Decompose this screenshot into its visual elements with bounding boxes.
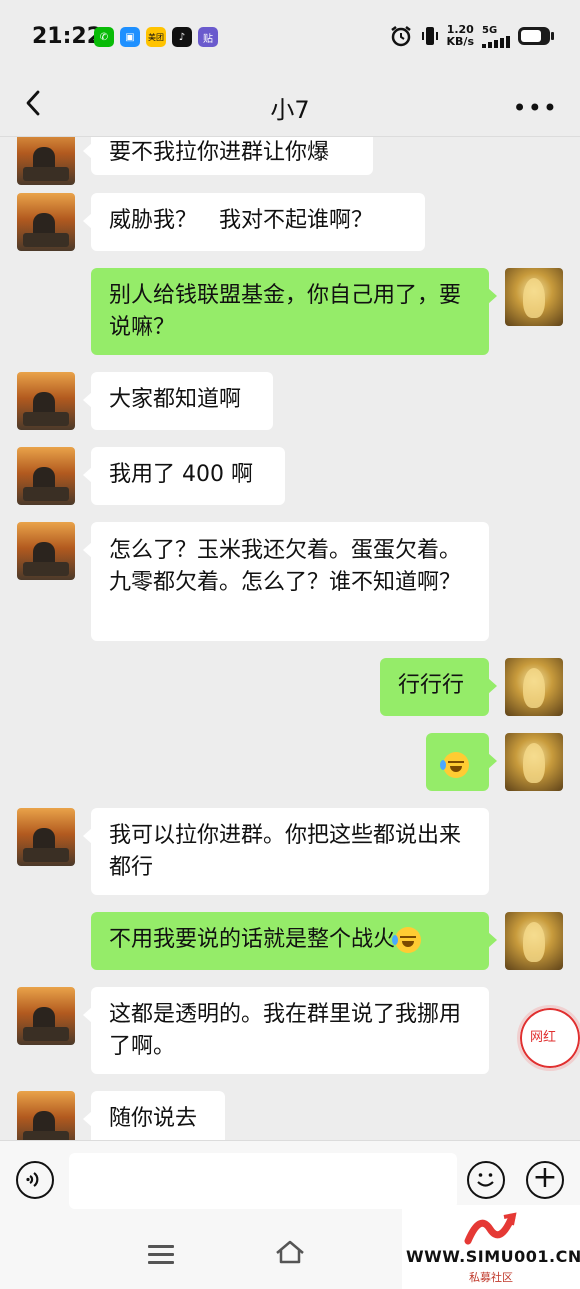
message-bubble[interactable]: 别人给钱联盟基金，你自己用了，要说嘛？: [91, 268, 497, 355]
signal-indicator: 5G: [482, 25, 510, 48]
contact-avatar[interactable]: [17, 987, 75, 1045]
message-bubble[interactable]: 怎么了？玉米我还欠着。蛋蛋欠着。九零都欠着。怎么了？谁不知道啊？: [83, 522, 489, 641]
smiley-face-icon: [477, 1173, 494, 1187]
home-icon[interactable]: [274, 1237, 306, 1267]
wechat-icon: ✆: [94, 27, 114, 47]
meituan-icon: 美团: [146, 27, 166, 47]
site-logo-icon: [464, 1212, 517, 1245]
notification-icons: ✆ ▣ 美团 ♪ 贴: [94, 27, 218, 47]
message-bubble[interactable]: 大家都知道啊: [83, 372, 273, 430]
chat-title: 小7: [270, 96, 310, 124]
tieba-icon: 贴: [198, 27, 218, 47]
plus-icon[interactable]: +: [526, 1161, 564, 1199]
network-speed-unit: KB/s: [446, 35, 474, 48]
my-avatar[interactable]: [505, 733, 563, 791]
network-speed: 1.20 KB/s: [447, 24, 474, 48]
battery-icon: [518, 27, 554, 45]
message-bubble[interactable]: 随你说去: [83, 1091, 225, 1140]
message-text: 不用我要说的话就是整个战火: [109, 927, 396, 952]
site-name: 私募社区: [469, 1271, 513, 1284]
app-icon-blue: ▣: [120, 27, 140, 47]
message-bubble[interactable]: 行行行: [380, 658, 497, 716]
contact-avatar[interactable]: [17, 137, 75, 185]
menu-icon[interactable]: [148, 1245, 174, 1265]
smiley-icon[interactable]: [467, 1161, 505, 1199]
my-avatar[interactable]: [505, 658, 563, 716]
more-horizontal-icon[interactable]: •••: [513, 94, 558, 122]
voice-icon[interactable]: [16, 1161, 54, 1199]
message-bubble[interactable]: 我可以拉你进群。你把这些都说出来都行: [83, 808, 489, 895]
contact-avatar[interactable]: [17, 1091, 75, 1140]
site-url: WWW.SIMU001.CN: [406, 1247, 580, 1266]
message-bubble[interactable]: [426, 733, 497, 791]
voice-waves-icon: [26, 1172, 39, 1187]
signal-icon: [482, 35, 510, 48]
contact-avatar[interactable]: [17, 372, 75, 430]
message-bubble[interactable]: 我用了 400 啊: [83, 447, 285, 505]
contact-avatar[interactable]: [17, 193, 75, 251]
message-bubble[interactable]: 要不我拉你进群让你爆: [83, 137, 373, 175]
contact-avatar[interactable]: [17, 447, 75, 505]
alarm-icon: [390, 26, 411, 47]
contact-avatar[interactable]: [17, 522, 75, 580]
contact-avatar[interactable]: [17, 808, 75, 866]
my-avatar[interactable]: [505, 268, 563, 326]
network-type: 5G: [482, 24, 498, 36]
tiktok-icon: ♪: [172, 27, 192, 47]
message-input[interactable]: [69, 1153, 457, 1209]
chat-header: 小7 •••: [0, 72, 580, 137]
status-time: 21:22: [32, 24, 103, 49]
floating-badge[interactable]: 网红: [517, 1005, 580, 1071]
crying-laughing-emoji-icon: [392, 927, 422, 953]
crying-laughing-emoji-icon: [440, 752, 469, 778]
message-bubble[interactable]: 这都是透明的。我在群里说了我挪用了啊。: [83, 987, 489, 1074]
system-status-icons: 1.20 KB/s 5G: [389, 24, 554, 48]
message-list[interactable]: 要不我拉你进群让你爆 威胁我？ 我对不起谁啊？ 别人给钱联盟基金，你自己用了，要…: [0, 137, 580, 1140]
status-bar: 21:22 ✆ ▣ 美团 ♪ 贴 1.20 KB/s 5G: [0, 0, 580, 72]
message-bubble[interactable]: 威胁我？ 我对不起谁啊？: [83, 193, 425, 251]
message-bubble[interactable]: 不用我要说的话就是整个战火: [91, 912, 497, 970]
vibrate-icon: [421, 27, 438, 45]
floating-badge-label: 网红: [530, 1030, 557, 1045]
my-avatar[interactable]: [505, 912, 563, 970]
site-watermark: WWW.SIMU001.CN 私募社区: [402, 1205, 580, 1289]
